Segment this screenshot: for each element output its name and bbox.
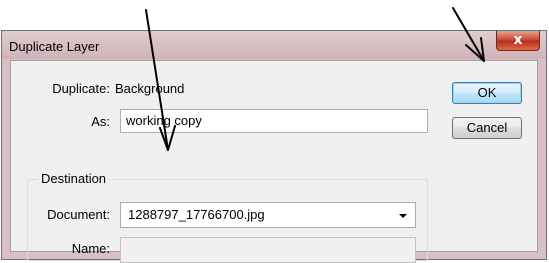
arrow-icon xyxy=(452,7,485,62)
annotation-arrows xyxy=(145,7,485,151)
arrow-icon xyxy=(145,9,176,151)
